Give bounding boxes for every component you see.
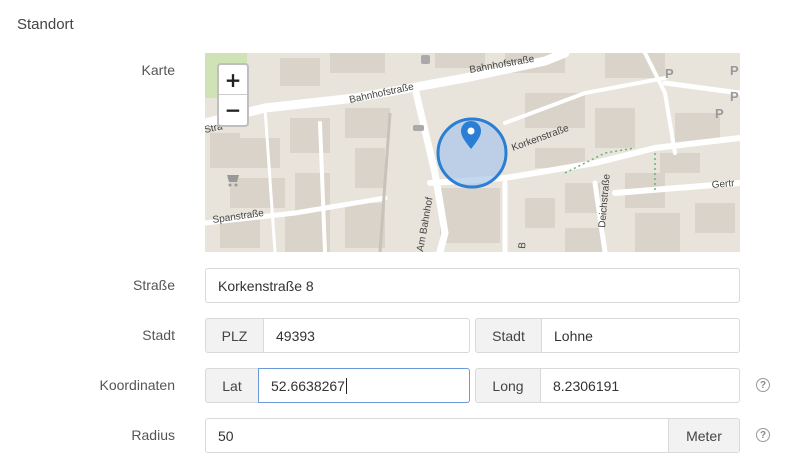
street-label: Am Bahnhof xyxy=(415,196,435,252)
street-input[interactable]: Korkenstraße 8 xyxy=(205,268,740,303)
map[interactable]: Bahnhofstraße Bahnhofstraße Korkenstraße… xyxy=(205,53,740,252)
parking-icon: P xyxy=(730,63,739,78)
plz-addon: PLZ xyxy=(205,318,264,353)
long-input[interactable]: 8.2306191 xyxy=(540,368,740,403)
city-label: Stadt xyxy=(142,327,175,343)
radius-input[interactable]: 50 xyxy=(205,418,669,453)
coordinates-label: Koordinaten xyxy=(99,377,175,393)
radius-label: Radius xyxy=(131,427,175,443)
street-label: Deichstraße xyxy=(597,173,613,228)
parking-icon: P xyxy=(665,66,674,81)
zoom-control: + − xyxy=(217,63,249,127)
city-input[interactable]: Lohne xyxy=(541,318,740,353)
lat-addon: Lat xyxy=(205,368,259,403)
zoom-out-button[interactable]: − xyxy=(219,95,247,125)
street-label: B xyxy=(517,241,529,249)
zoom-in-button[interactable]: + xyxy=(219,65,247,95)
bus-stop-icon xyxy=(421,55,430,64)
section-title: Standort xyxy=(17,16,74,33)
coordinates-help-icon[interactable]: ? xyxy=(756,378,770,392)
long-addon: Long xyxy=(475,368,541,403)
street-label: Gertr xyxy=(711,178,735,191)
radius-help-icon[interactable]: ? xyxy=(756,428,770,442)
map-label: Karte xyxy=(141,62,175,78)
taxi-icon xyxy=(413,125,424,131)
lat-input[interactable]: 52.6638267 xyxy=(258,368,470,403)
plz-input[interactable]: 49393 xyxy=(263,318,470,353)
parking-icon: P xyxy=(715,106,724,121)
street-label: Bahnhofstraße xyxy=(348,81,415,105)
street-label: Straße xyxy=(132,277,175,293)
city-addon: Stadt xyxy=(475,318,542,353)
text-cursor xyxy=(345,377,347,394)
lat-value: 52.6638267 xyxy=(271,377,345,394)
radius-unit-addon: Meter xyxy=(668,418,740,453)
map-tiles: Bahnhofstraße Bahnhofstraße Korkenstraße… xyxy=(205,53,740,252)
parking-icon: P xyxy=(730,89,739,104)
